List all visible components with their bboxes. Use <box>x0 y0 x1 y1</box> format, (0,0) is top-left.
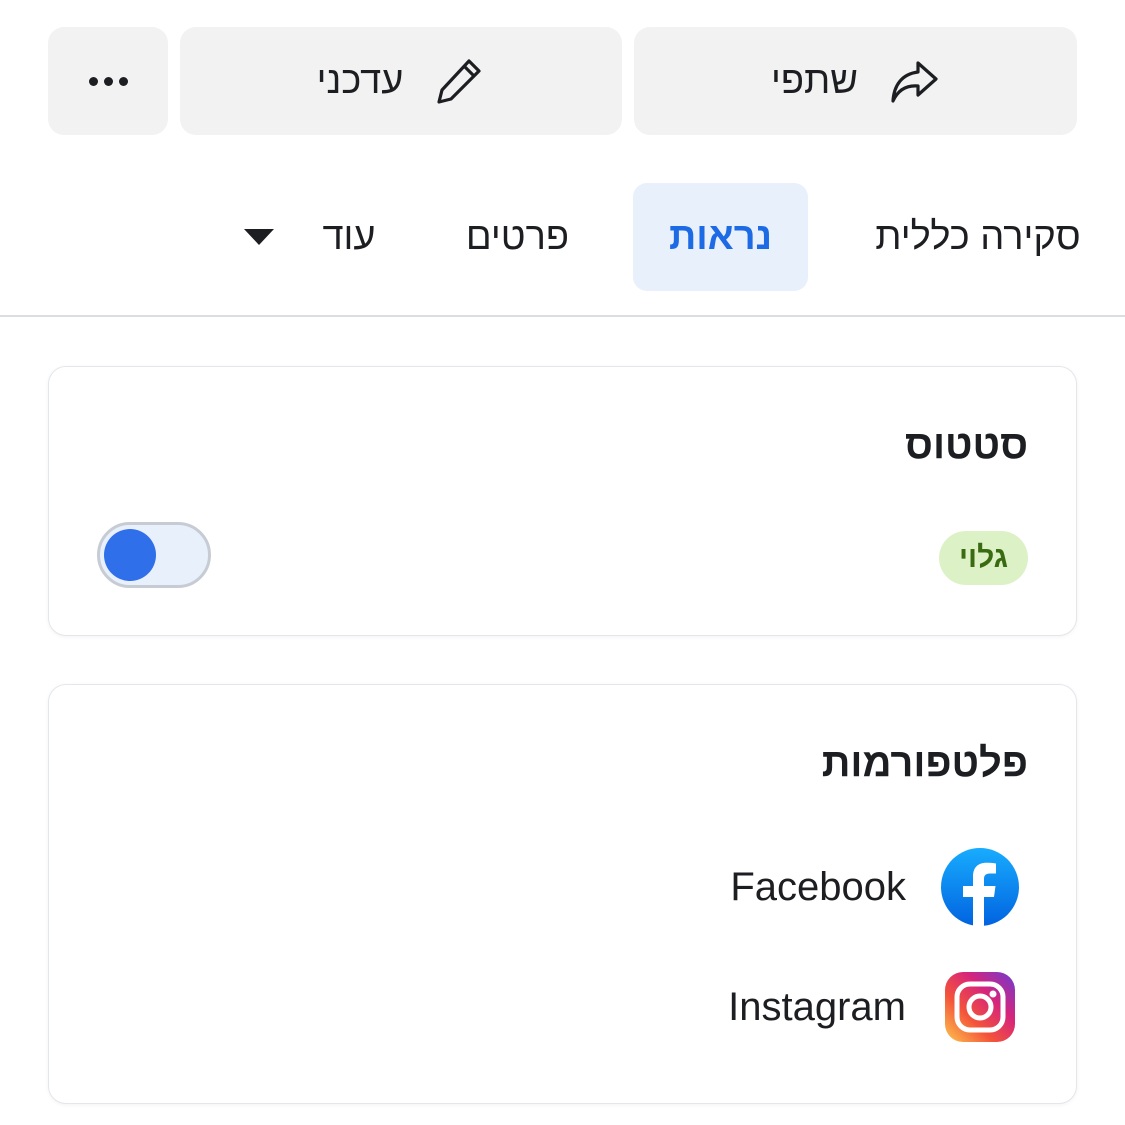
tab-overview[interactable]: סקירה כללית <box>858 183 1098 291</box>
edit-label: עדכני <box>316 59 404 102</box>
tab-more-label: עוד <box>322 215 376 258</box>
share-arrow-icon <box>888 55 940 107</box>
status-badge: גלוי <box>938 531 1028 585</box>
platform-facebook: Facebook <box>730 847 1020 927</box>
tab-bar: סקירה כללית נראות פרטים עוד <box>0 183 1125 291</box>
share-button[interactable]: שתפי <box>634 27 1077 135</box>
platforms-title: פלטפורמות <box>821 741 1028 785</box>
status-card: סטטוס גלוי <box>48 366 1077 636</box>
tab-visibility[interactable]: נראות <box>633 183 808 291</box>
action-bar: שתפי עדכני <box>48 27 1077 135</box>
platforms-card: פלטפורמות Facebook Instagram <box>48 684 1077 1104</box>
instagram-icon <box>945 972 1015 1042</box>
pencil-icon <box>433 55 485 107</box>
platform-name: Facebook <box>730 864 906 909</box>
tab-details[interactable]: פרטים <box>430 183 605 291</box>
visibility-toggle[interactable] <box>97 522 211 588</box>
facebook-icon <box>941 848 1019 927</box>
platform-instagram: Instagram <box>728 967 1020 1047</box>
toggle-knob <box>104 529 156 581</box>
tab-more[interactable]: עוד <box>230 183 390 291</box>
caret-down-icon <box>244 229 275 245</box>
more-options-button[interactable] <box>48 27 168 135</box>
more-dots-icon <box>88 76 128 86</box>
page: שתפי עדכני סקירה כללית נראות פרטים עוד ס… <box>0 0 1125 1125</box>
tabs-divider <box>0 315 1125 317</box>
status-title: סטטוס <box>905 423 1028 467</box>
edit-button[interactable]: עדכני <box>180 27 622 135</box>
platform-name: Instagram <box>728 984 906 1029</box>
share-label: שתפי <box>770 59 859 102</box>
